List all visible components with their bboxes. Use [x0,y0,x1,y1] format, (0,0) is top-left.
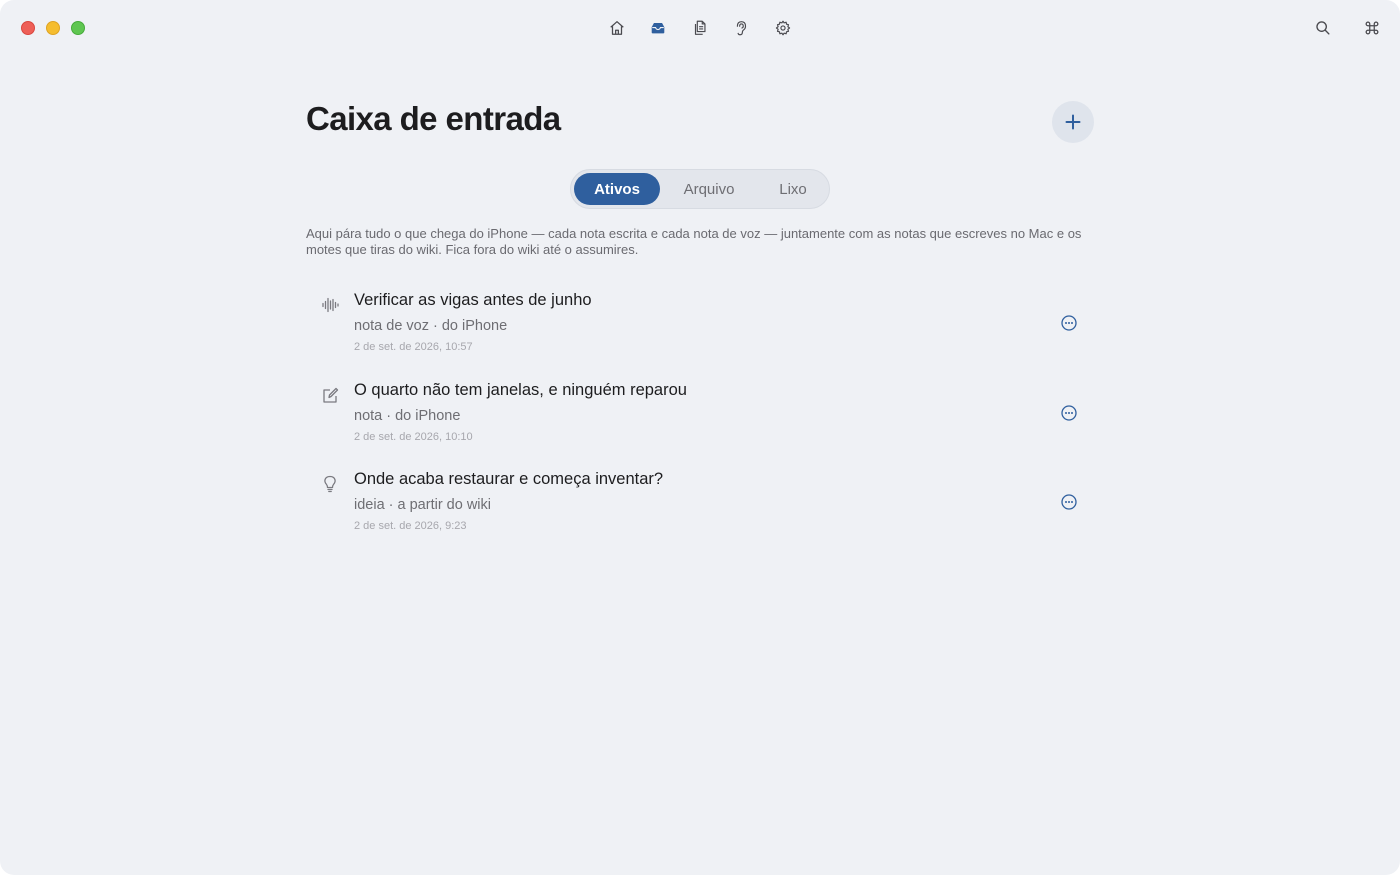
search-icon[interactable] [1312,17,1334,39]
item-date: 2 de set. de 2026, 9:23 [354,520,467,532]
waveform-icon [322,297,339,313]
item-meta: nota de voz · do iPhone [354,318,508,334]
tab-lixo[interactable]: Lixo [754,173,832,205]
list-item[interactable]: O quarto não tem janelas, e ninguém repa… [314,381,1084,461]
command-icon[interactable] [1361,17,1383,39]
more-options-icon[interactable] [1059,313,1079,333]
inbox-description: Aqui pára tudo o que chega do iPhone — c… [306,226,1082,257]
list-item[interactable]: Verificar as vigas antes de junho nota d… [314,291,1084,371]
list-item[interactable]: Onde acaba restaurar e começa inventar? … [314,470,1084,550]
tab-ativos[interactable]: Ativos [574,173,660,205]
documents-icon[interactable] [689,17,711,39]
app-window: Caixa de entrada Ativos Arquivo Lixo Aqu… [0,0,1400,875]
item-title: Onde acaba restaurar e começa inventar? [354,470,664,488]
inbox-icon[interactable] [647,17,669,39]
gear-icon[interactable] [772,17,794,39]
item-date: 2 de set. de 2026, 10:57 [354,341,473,353]
lightbulb-icon [324,475,336,493]
more-options-icon[interactable] [1059,492,1079,512]
more-options-icon[interactable] [1059,403,1079,423]
compose-icon [323,387,339,403]
item-title: O quarto não tem janelas, e ninguém repa… [354,381,687,399]
item-meta: nota · do iPhone [354,408,461,424]
item-date: 2 de set. de 2026, 10:10 [354,431,473,443]
item-title: Verificar as vigas antes de junho [354,291,592,309]
filter-segmented-control: Ativos Arquivo Lixo [570,169,830,209]
add-button[interactable] [1052,101,1094,143]
home-icon[interactable] [606,17,628,39]
toolbar [0,17,1400,41]
item-meta: ideia · a partir do wiki [354,497,491,513]
ear-icon[interactable] [730,17,752,39]
tab-arquivo[interactable]: Arquivo [666,173,752,205]
page-title: Caixa de entrada [306,100,561,137]
plus-icon [1065,114,1081,130]
